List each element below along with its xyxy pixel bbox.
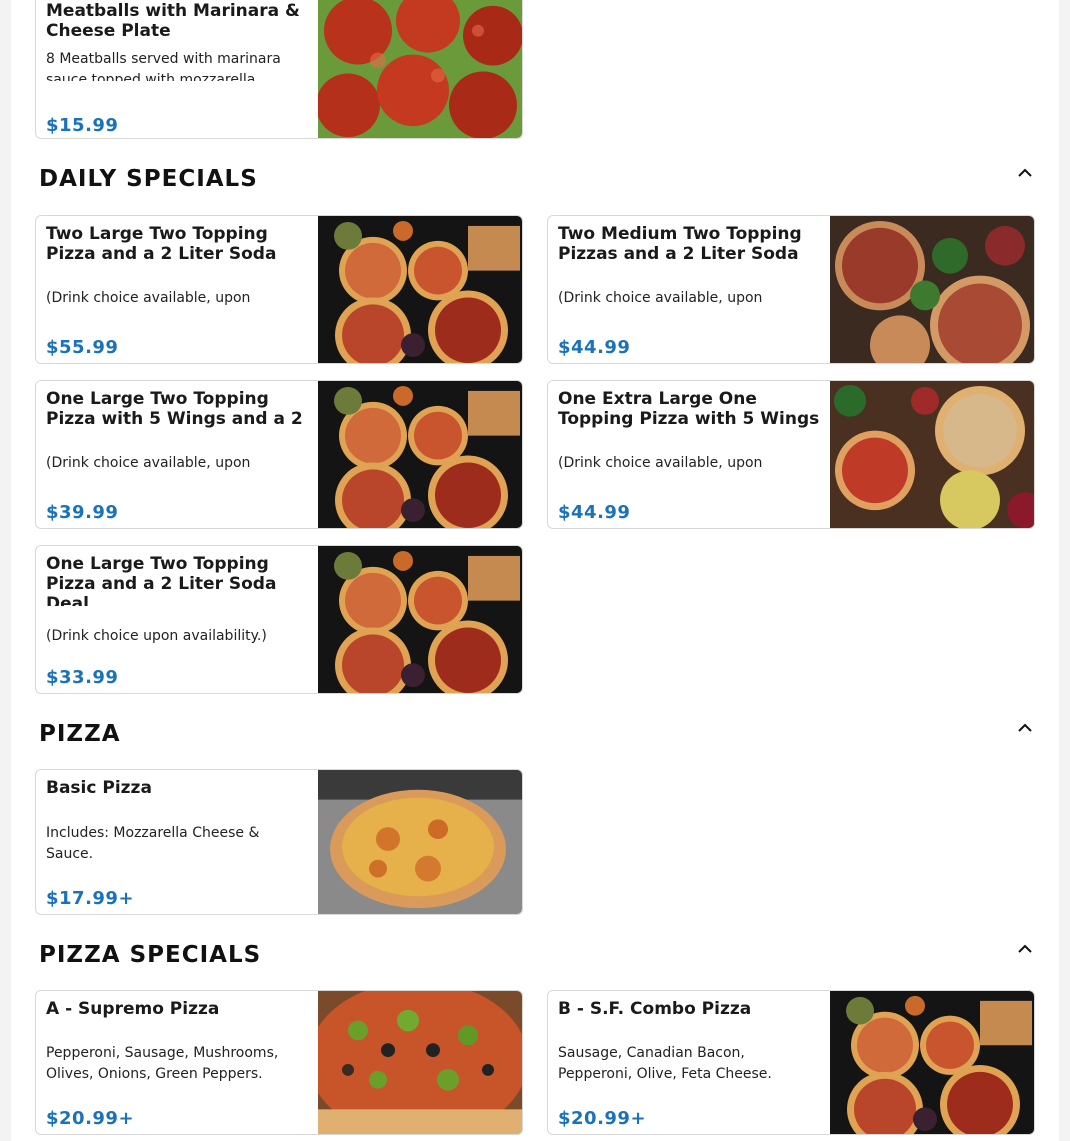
pizza-combo-image xyxy=(830,991,1034,1134)
item-name: A - Supremo Pizza xyxy=(46,999,220,1019)
item-name: Basic Pizza xyxy=(46,778,152,798)
item-name: One Large Two Topping Pizza with 5 Wings… xyxy=(46,389,303,429)
item-description: Sausage, Canadian Bacon, Pepperoni, Oliv… xyxy=(558,1045,772,1082)
menu-item-card[interactable]: One Large Two Topping Pizza with 5 Wings… xyxy=(35,380,523,529)
menu-item-card[interactable]: One Extra Large One Topping Pizza with 5… xyxy=(547,380,1035,529)
pizza-combo-image xyxy=(318,216,522,363)
item-description: (Drink choice upon availability.) xyxy=(46,628,267,644)
item-name: Two Medium Two Topping Pizzas and a 2 Li… xyxy=(558,224,802,264)
pizza-combo-image xyxy=(318,381,522,528)
menu-item-card[interactable]: Two Large Two Topping Pizza and a 2 Lite… xyxy=(35,215,523,364)
item-name: One Extra Large One Topping Pizza with 5… xyxy=(558,389,820,429)
menu-page: Meatballs with Marinara & Cheese Plate 8… xyxy=(11,0,1059,1141)
item-price: $44.99 xyxy=(558,337,631,358)
item-price: $17.99+ xyxy=(46,888,135,909)
item-description: Includes: Mozzarella Cheese & Sauce. xyxy=(46,825,260,862)
menu-item-card[interactable]: A - Supremo Pizza Pepperoni, Sausage, Mu… xyxy=(35,990,523,1135)
supremo-pizza-image xyxy=(318,991,522,1134)
meatballs-image xyxy=(318,0,522,138)
item-price: $33.99 xyxy=(46,667,119,688)
item-price: $15.99 xyxy=(46,115,119,136)
pizza-combo-image xyxy=(318,546,522,693)
pizza-wings-image xyxy=(830,381,1034,528)
chevron-up-icon[interactable] xyxy=(1015,163,1035,183)
chevron-up-icon[interactable] xyxy=(1015,718,1035,738)
chevron-up-icon[interactable] xyxy=(1015,939,1035,959)
item-name: B - S.F. Combo Pizza xyxy=(558,999,752,1019)
section-title-pizza-specials: PIZZA SPECIALS xyxy=(39,942,262,968)
cheese-pizza-image xyxy=(318,770,522,914)
section-title-daily-specials: DAILY SPECIALS xyxy=(39,166,258,192)
item-name: Meatballs with Marinara & Cheese Plate xyxy=(46,1,300,41)
item-description: (Drink choice available, upon availabili… xyxy=(46,455,251,471)
item-price: $39.99 xyxy=(46,502,119,523)
item-description: (Drink choice available, upon availabili… xyxy=(558,455,763,471)
item-description: 8 Meatballs served with marinara sauce t… xyxy=(46,51,281,81)
item-name: One Large Two Topping Pizza and a 2 Lite… xyxy=(46,554,277,606)
menu-item-card[interactable]: Meatballs with Marinara & Cheese Plate 8… xyxy=(35,0,523,139)
item-description: (Drink choice available, upon availabili… xyxy=(558,290,763,306)
menu-item-card[interactable]: B - S.F. Combo Pizza Sausage, Canadian B… xyxy=(547,990,1035,1135)
menu-item-card[interactable]: Basic Pizza Includes: Mozzarella Cheese … xyxy=(35,769,523,915)
item-price: $20.99+ xyxy=(558,1108,647,1129)
item-price: $44.99 xyxy=(558,502,631,523)
menu-item-card[interactable]: Two Medium Two Topping Pizzas and a 2 Li… xyxy=(547,215,1035,364)
menu-item-card[interactable]: One Large Two Topping Pizza and a 2 Lite… xyxy=(35,545,523,694)
item-description: Pepperoni, Sausage, Mushrooms, Olives, O… xyxy=(46,1045,279,1082)
item-price: $55.99 xyxy=(46,337,119,358)
item-description: (Drink choice available, upon availabili… xyxy=(46,290,251,306)
item-price: $20.99+ xyxy=(46,1108,135,1129)
item-name: Two Large Two Topping Pizza and a 2 Lite… xyxy=(46,224,277,264)
section-title-pizza: PIZZA xyxy=(39,721,121,747)
pizza-medium-image xyxy=(830,216,1034,363)
